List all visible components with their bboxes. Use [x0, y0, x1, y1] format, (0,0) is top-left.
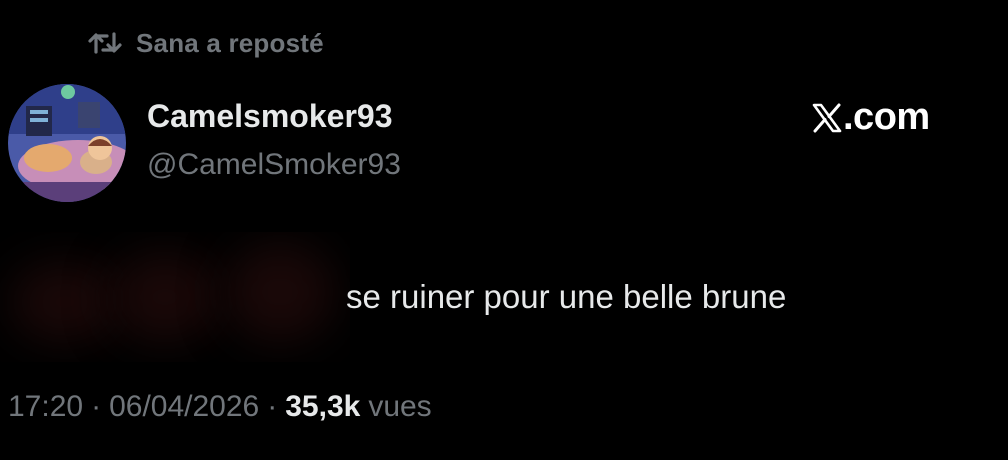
separator: · — [267, 390, 278, 423]
tweet-date[interactable]: 06/04/2026 — [109, 390, 259, 424]
brand-watermark: .com — [812, 96, 930, 139]
avatar[interactable] — [8, 84, 126, 202]
tweet-time[interactable]: 17:20 — [8, 390, 83, 424]
tweet-text: se ruiner pour une belle brune — [346, 278, 787, 315]
views-count[interactable]: 35,3k — [285, 390, 360, 424]
repost-label: Sana a reposté — [136, 27, 324, 58]
brand-text: .com — [843, 96, 930, 138]
repost-icon — [88, 30, 122, 56]
x-logo-icon — [812, 103, 843, 133]
blurred-media — [0, 232, 350, 362]
author-display-name[interactable]: Camelsmoker93 — [147, 98, 392, 135]
separator: · — [91, 390, 102, 423]
views-label: vues — [368, 390, 432, 423]
tweet-metadata: 17:20 · 06/04/2026 · 35,3k vues — [8, 390, 432, 424]
repost-indicator[interactable]: Sana a reposté — [88, 26, 324, 60]
author-handle[interactable]: @CamelSmoker93 — [147, 148, 401, 182]
